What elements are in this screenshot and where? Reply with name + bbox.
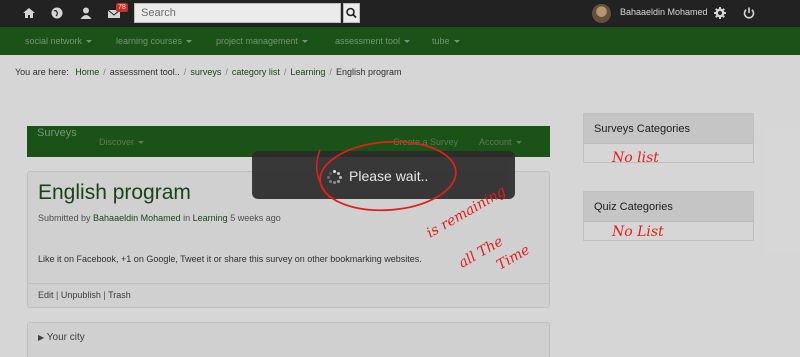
in-label: in	[183, 213, 191, 223]
gear-icon[interactable]	[713, 6, 727, 20]
globe-icon[interactable]	[50, 6, 64, 20]
trash-link[interactable]: Trash	[108, 290, 131, 300]
breadcrumb-surveys[interactable]: surveys	[190, 67, 221, 77]
power-icon[interactable]	[742, 6, 756, 20]
chevron-down-icon	[404, 40, 411, 44]
avatar[interactable]	[592, 4, 611, 23]
chevron-down-icon	[453, 40, 460, 44]
time-ago: 5 weeks ago	[230, 213, 281, 223]
search-icon	[346, 7, 357, 19]
loading-dialog: Please wait..	[252, 151, 515, 199]
nav-item-assessment-tool[interactable]: assessment tool	[335, 36, 411, 46]
submitted-label: Submitted by	[38, 213, 91, 223]
nav-item-label: project management	[216, 36, 299, 46]
page-title: English program	[38, 181, 191, 204]
loading-text: Please wait..	[349, 168, 429, 184]
quiz-categories-panel: Quiz Categories	[583, 191, 754, 241]
nav-item-label: social network	[25, 36, 83, 46]
submitted-info: Submitted by Bahaaeldin Mohamed in Learn…	[38, 213, 281, 223]
chevron-down-icon	[86, 40, 93, 44]
breadcrumb-prefix: You are here:	[15, 67, 69, 77]
category-link[interactable]: Learning	[193, 213, 228, 223]
breadcrumb-learning[interactable]: Learning	[290, 67, 325, 77]
author-link[interactable]: Bahaaeldin Mohamed	[93, 213, 181, 223]
breadcrumb-current: English program	[335, 67, 402, 77]
chevron-down-icon	[515, 141, 522, 145]
share-text: Like it on Facebook, +1 on Google, Tweet…	[38, 254, 422, 264]
breadcrumb: You are here: Home / assessment tool.. / sur…	[15, 67, 402, 77]
nav-item-label: tube	[432, 36, 450, 46]
surveys-categories-panel: Surveys Categories	[583, 113, 754, 163]
nav-item-label: learning courses	[116, 36, 183, 46]
create-survey-link[interactable]: Create a Survey	[393, 137, 458, 147]
account-label: Account	[479, 137, 512, 147]
user-icon[interactable]	[79, 6, 93, 20]
spinner-icon	[327, 170, 342, 184]
quiz-categories-heading: Quiz Categories	[584, 192, 753, 222]
user-name-link[interactable]: Bahaaeldin Mohamed	[620, 7, 708, 17]
surveys-categories-list	[584, 144, 753, 162]
nav-item-project-management[interactable]: project management	[216, 36, 309, 46]
edit-link[interactable]: Edit	[38, 290, 54, 300]
search-button[interactable]	[343, 3, 360, 23]
nav-item-learning-courses[interactable]: learning courses	[116, 36, 193, 46]
card-actions: Edit | Unpublish | Trash	[38, 290, 131, 300]
nav-item-social-network[interactable]: social network	[25, 36, 93, 46]
breadcrumb-category-list[interactable]: category list	[232, 67, 280, 77]
quiz-categories-list	[584, 222, 753, 240]
top-bar: 78 Bahaaeldin Mohamed	[0, 0, 800, 27]
city-section: ▶ Your city	[27, 322, 550, 357]
chevron-down-icon	[186, 40, 193, 44]
city-toggle[interactable]: ▶ Your city	[38, 332, 85, 343]
divider	[28, 283, 549, 284]
city-label: Your city	[46, 332, 85, 343]
chevron-down-icon	[302, 40, 309, 44]
breadcrumb-home[interactable]: Home	[75, 67, 99, 77]
search-input[interactable]	[134, 3, 341, 23]
nav-item-label: assessment tool	[335, 36, 401, 46]
surveys-categories-heading: Surveys Categories	[584, 114, 753, 144]
discover-menu[interactable]: Discover	[99, 137, 145, 147]
caret-right-icon: ▶	[38, 333, 45, 342]
surveys-title[interactable]: Surveys	[37, 127, 77, 139]
account-menu[interactable]: Account	[479, 137, 522, 147]
chevron-down-icon	[138, 141, 145, 145]
breadcrumb-assessment-tool[interactable]: assessment tool..	[110, 67, 180, 77]
nav-item-tube[interactable]: tube	[432, 36, 460, 46]
discover-label: Discover	[99, 137, 135, 147]
home-icon[interactable]	[22, 6, 36, 20]
unpublish-link[interactable]: Unpublish	[61, 290, 101, 300]
notification-badge: 78	[116, 3, 128, 12]
main-nav: social network learning courses project …	[0, 27, 800, 55]
